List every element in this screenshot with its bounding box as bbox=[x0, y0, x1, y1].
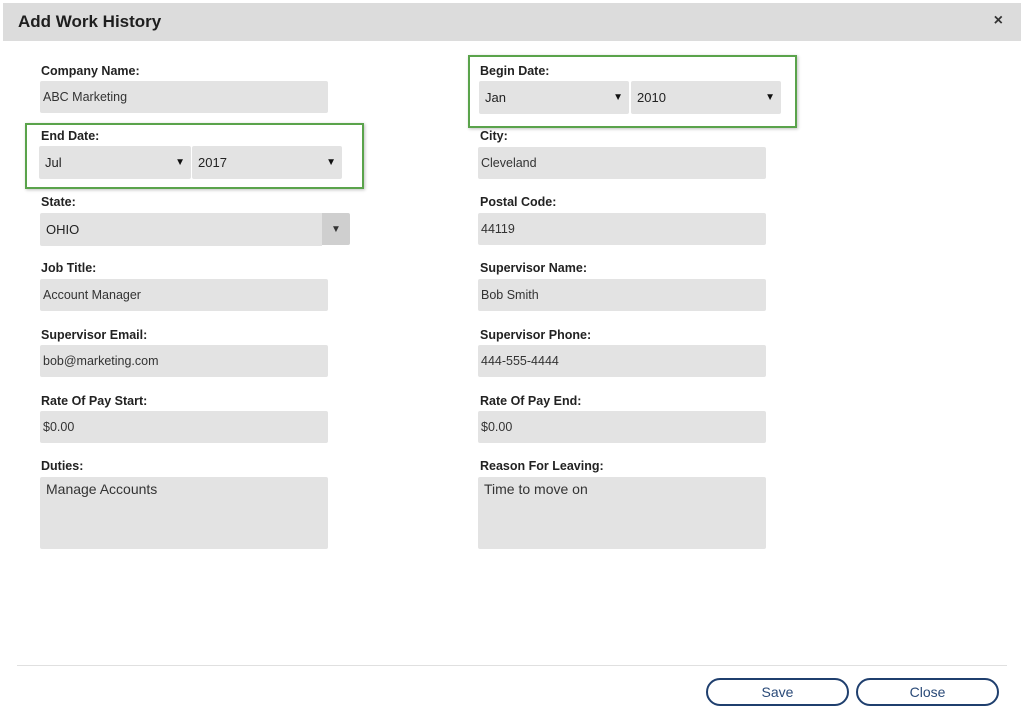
end-date-highlight bbox=[25, 123, 364, 189]
city-label: City: bbox=[480, 129, 508, 143]
state-select[interactable]: OHIO bbox=[40, 213, 322, 246]
postal-code-label: Postal Code: bbox=[480, 195, 557, 209]
company-name-input[interactable]: ABC Marketing bbox=[40, 81, 328, 113]
rate-start-label: Rate Of Pay Start: bbox=[41, 394, 148, 408]
supervisor-name-input[interactable]: Bob Smith bbox=[478, 279, 766, 311]
duties-textarea[interactable]: Manage Accounts bbox=[40, 477, 328, 549]
state-value: OHIO bbox=[46, 222, 80, 237]
footer-divider bbox=[17, 665, 1007, 666]
supervisor-email-input[interactable]: bob@marketing.com bbox=[40, 345, 328, 377]
dialog-header: Add Work History × bbox=[3, 3, 1021, 41]
supervisor-phone-input[interactable]: 444-555-4444 bbox=[478, 345, 766, 377]
job-title-label: Job Title: bbox=[41, 261, 97, 275]
reason-leaving-textarea[interactable]: Time to move on bbox=[478, 477, 766, 549]
chevron-down-icon[interactable]: ▼ bbox=[322, 213, 350, 245]
state-label: State: bbox=[41, 195, 76, 209]
job-title-input[interactable]: Account Manager bbox=[40, 279, 328, 311]
supervisor-email-label: Supervisor Email: bbox=[41, 328, 148, 342]
supervisor-name-label: Supervisor Name: bbox=[480, 261, 587, 275]
close-button[interactable]: Close bbox=[856, 678, 999, 706]
company-name-label: Company Name: bbox=[41, 64, 140, 78]
save-button[interactable]: Save bbox=[706, 678, 849, 706]
begin-date-highlight bbox=[468, 55, 797, 128]
close-icon[interactable]: × bbox=[994, 12, 1003, 30]
rate-end-label: Rate Of Pay End: bbox=[480, 394, 582, 408]
supervisor-phone-label: Supervisor Phone: bbox=[480, 328, 592, 342]
city-input[interactable]: Cleveland bbox=[478, 147, 766, 179]
rate-end-input[interactable]: $0.00 bbox=[478, 411, 766, 443]
dialog-title: Add Work History bbox=[18, 12, 162, 31]
duties-label: Duties: bbox=[41, 459, 84, 473]
rate-start-input[interactable]: $0.00 bbox=[40, 411, 328, 443]
reason-leaving-label: Reason For Leaving: bbox=[480, 459, 604, 473]
postal-code-input[interactable]: 44119 bbox=[478, 213, 766, 245]
